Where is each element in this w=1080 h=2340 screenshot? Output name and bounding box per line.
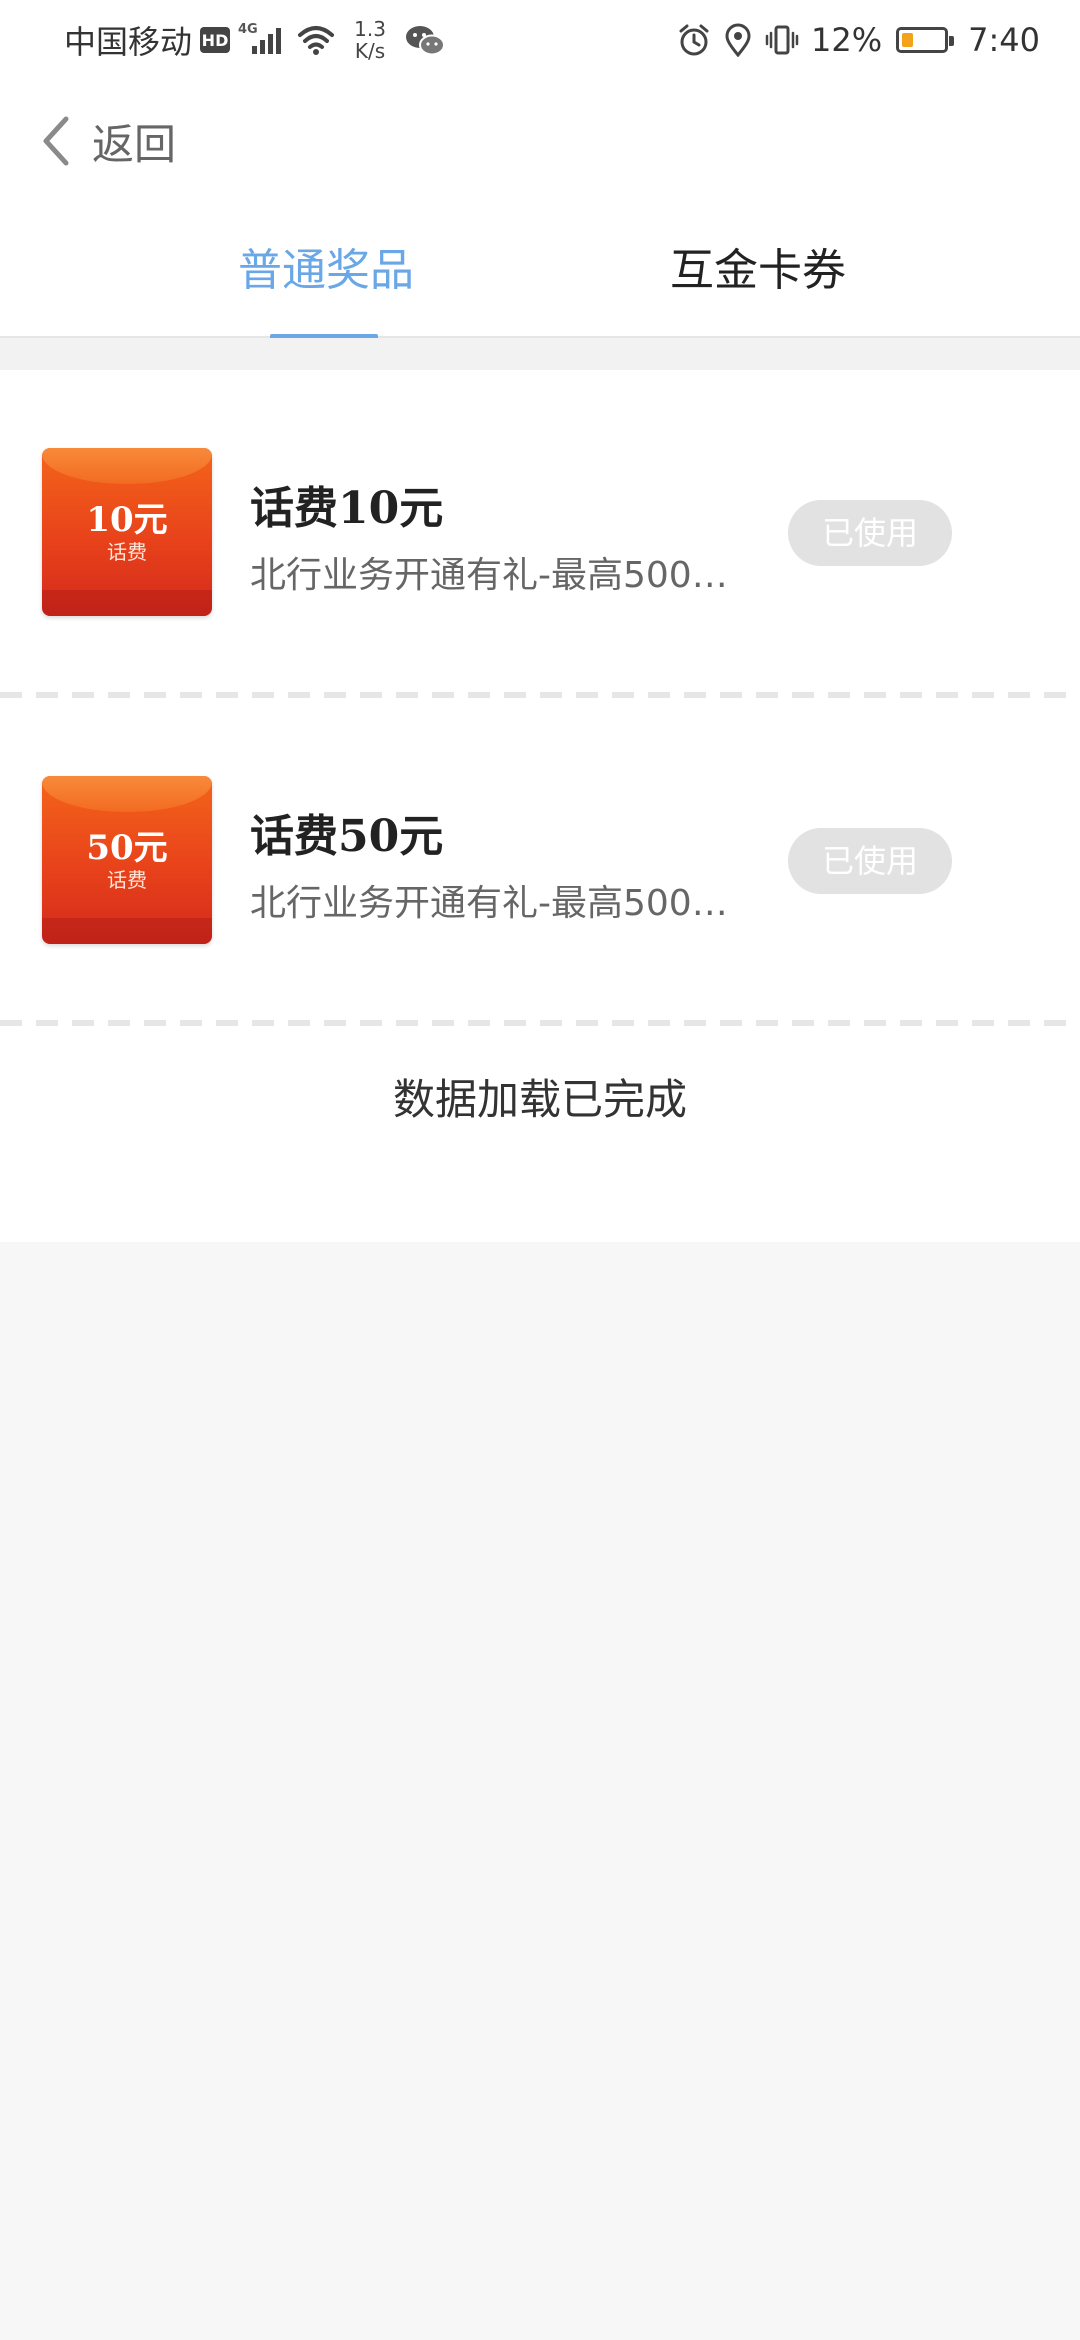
prize-list: 10元 话费 话费10元 北行业务开通有礼-最高500元话费大礼包 已使用 50… bbox=[0, 370, 1080, 1242]
vibrate-icon bbox=[765, 25, 799, 55]
screen: 中国移动 HD 4G 1.3 K/s 12% 7:40 返回 普通奖品 互金卡券… bbox=[0, 0, 1080, 2340]
signal-bars bbox=[252, 28, 282, 54]
status-bar: 中国移动 HD 4G 1.3 K/s 12% 7:40 bbox=[0, 0, 1080, 76]
prize-item[interactable]: 50元 话费 话费50元 北行业务开通有礼-最高500元话费大礼包 已使用 bbox=[0, 698, 1080, 1020]
signal-icon: 4G bbox=[238, 22, 290, 56]
location-icon bbox=[725, 23, 751, 57]
red-packet-band bbox=[42, 590, 212, 616]
prize-title: 话费50元 bbox=[250, 811, 444, 862]
red-packet-thumbnail: 10元 话费 bbox=[42, 448, 212, 616]
thumbnail-subtitle: 话费 bbox=[107, 868, 147, 892]
thumbnail-amount: 10元 bbox=[86, 500, 168, 540]
red-packet-flap bbox=[42, 776, 212, 812]
used-status-button[interactable]: 已使用 bbox=[788, 828, 952, 894]
used-status-button[interactable]: 已使用 bbox=[788, 500, 952, 566]
wechat-icon bbox=[406, 26, 446, 56]
back-label: 返回 bbox=[92, 119, 177, 169]
chevron-left-icon bbox=[43, 116, 69, 166]
prize-description: 北行业务开通有礼-最高500元话费大礼包 bbox=[250, 555, 730, 596]
tab-normal-prizes[interactable]: 普通奖品 bbox=[238, 236, 414, 306]
prize-description: 北行业务开通有礼-最高500元话费大礼包 bbox=[250, 883, 730, 924]
status-left: 中国移动 HD 4G 1.3 K/s bbox=[64, 18, 446, 62]
tab-bar: 普通奖品 互金卡券 bbox=[0, 206, 1080, 340]
prize-title: 话费10元 bbox=[250, 483, 444, 534]
alarm-icon bbox=[679, 24, 709, 56]
red-packet-thumbnail: 50元 话费 bbox=[42, 776, 212, 944]
section-divider bbox=[0, 338, 1080, 370]
red-packet-flap bbox=[42, 448, 212, 484]
status-right: 12% 7:40 bbox=[677, 18, 1040, 62]
back-button[interactable]: 返回 bbox=[36, 106, 176, 176]
hd-badge: HD bbox=[200, 27, 231, 53]
load-complete-text: 数据加载已完成 bbox=[392, 1075, 687, 1124]
carrier-name: 中国移动 bbox=[64, 23, 193, 61]
prize-item[interactable]: 10元 话费 话费10元 北行业务开通有礼-最高500元话费大礼包 已使用 bbox=[0, 370, 1080, 692]
thumbnail-amount: 50元 bbox=[86, 828, 168, 868]
battery-icon bbox=[896, 27, 955, 53]
network-speed-value: 1.3 bbox=[354, 17, 386, 41]
battery-percent: 12% bbox=[811, 21, 883, 59]
wifi-icon bbox=[298, 26, 335, 55]
network-speed: 1.3 K/s bbox=[350, 18, 390, 62]
network-speed-unit: K/s bbox=[354, 39, 386, 63]
nav-bar: 返回 bbox=[0, 76, 1080, 206]
thumbnail-subtitle: 话费 bbox=[107, 540, 147, 564]
load-complete-row: 数据加载已完成 bbox=[0, 1026, 1080, 1242]
red-packet-band bbox=[42, 918, 212, 944]
clock-time: 7:40 bbox=[968, 21, 1040, 59]
tab-finance-coupons[interactable]: 互金卡券 bbox=[670, 236, 846, 306]
battery-fill bbox=[902, 33, 914, 47]
